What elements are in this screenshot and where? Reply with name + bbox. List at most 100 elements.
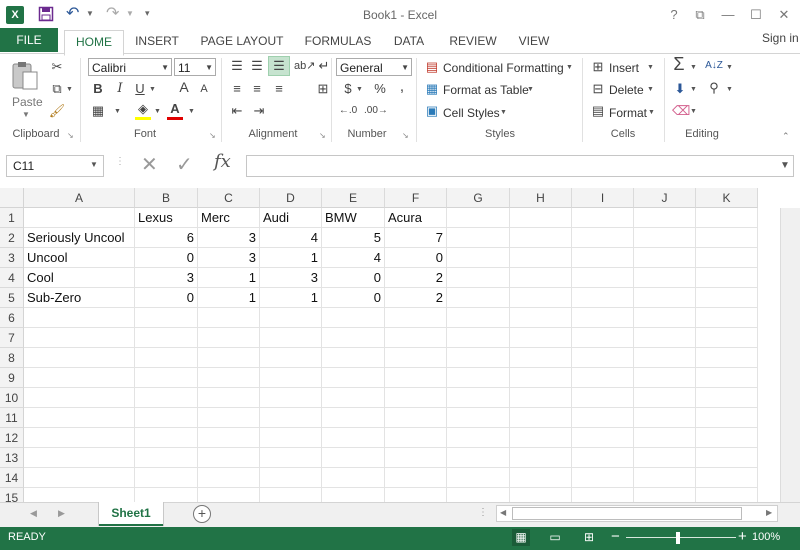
cell[interactable]: [696, 348, 758, 368]
next-sheet-icon[interactable]: ▶: [58, 508, 65, 519]
cell[interactable]: [634, 328, 696, 348]
format-button[interactable]: Format: [609, 105, 647, 121]
cell[interactable]: [24, 428, 135, 448]
cell[interactable]: [24, 328, 135, 348]
undo-icon[interactable]: ↶: [66, 5, 84, 23]
cell[interactable]: [696, 468, 758, 488]
delete-cells-icon[interactable]: ⊟: [590, 81, 606, 97]
cell[interactable]: 3: [135, 268, 198, 288]
cell[interactable]: [634, 348, 696, 368]
cell[interactable]: BMW: [322, 208, 385, 228]
cell[interactable]: [198, 368, 260, 388]
cell[interactable]: [510, 428, 572, 448]
cell[interactable]: [572, 408, 634, 428]
cell[interactable]: 0: [385, 248, 447, 268]
zoom-out-button[interactable]: −: [611, 528, 620, 545]
cell[interactable]: Sub-Zero: [24, 288, 135, 308]
cell[interactable]: [634, 408, 696, 428]
cell[interactable]: [634, 268, 696, 288]
cell[interactable]: 3: [198, 228, 260, 248]
align-center-icon[interactable]: ≡: [248, 81, 266, 97]
column-header[interactable]: I: [572, 188, 634, 208]
cell[interactable]: [447, 408, 510, 428]
row-header[interactable]: 10: [0, 388, 24, 408]
increase-font-icon[interactable]: A: [176, 79, 192, 95]
wrap-text-icon[interactable]: ↵: [316, 58, 332, 74]
format-as-table-button[interactable]: Format as Table: [443, 82, 529, 98]
cell[interactable]: [447, 448, 510, 468]
decrease-font-icon[interactable]: A: [196, 81, 212, 97]
cell[interactable]: [24, 468, 135, 488]
cell[interactable]: [260, 408, 322, 428]
copy-icon[interactable]: ⧉: [48, 81, 66, 97]
sheet-tab[interactable]: Sheet1: [99, 502, 163, 526]
cell[interactable]: [260, 308, 322, 328]
column-header[interactable]: K: [696, 188, 758, 208]
cell[interactable]: [198, 328, 260, 348]
cell[interactable]: [198, 448, 260, 468]
cell[interactable]: 5: [322, 228, 385, 248]
help-button[interactable]: ?: [662, 4, 686, 26]
cell[interactable]: Seriously Uncool: [24, 228, 135, 248]
column-header[interactable]: G: [447, 188, 510, 208]
cell[interactable]: [260, 348, 322, 368]
page-break-preview-icon[interactable]: ⊞: [580, 529, 598, 546]
cell[interactable]: [385, 328, 447, 348]
align-right-icon[interactable]: ≡: [270, 81, 288, 97]
cell[interactable]: [696, 268, 758, 288]
cell[interactable]: [198, 388, 260, 408]
cell[interactable]: [696, 308, 758, 328]
orientation-icon[interactable]: ab↗: [294, 58, 315, 74]
format-as-table-dropdown-icon[interactable]: ▼: [527, 86, 534, 93]
cell[interactable]: [322, 348, 385, 368]
underline-icon[interactable]: U: [132, 81, 148, 97]
find-select-dropdown-icon[interactable]: ▼: [726, 86, 733, 93]
enter-check-icon[interactable]: ✓: [176, 152, 193, 177]
scroll-left-icon[interactable]: ◀: [500, 508, 506, 517]
cell[interactable]: [696, 488, 758, 502]
cell[interactable]: [572, 368, 634, 388]
cell[interactable]: [135, 408, 198, 428]
cell[interactable]: [696, 448, 758, 468]
format-dropdown-icon[interactable]: ▼: [648, 109, 655, 116]
cell[interactable]: [447, 488, 510, 502]
autosum-icon[interactable]: Σ: [670, 55, 688, 73]
clear-dropdown-icon[interactable]: ▼: [690, 108, 697, 115]
autosum-dropdown-icon[interactable]: ▼: [690, 64, 697, 71]
currency-icon[interactable]: $: [340, 81, 356, 97]
cell[interactable]: [510, 268, 572, 288]
add-sheet-icon[interactable]: +: [193, 505, 211, 523]
row-header[interactable]: 12: [0, 428, 24, 448]
sheet-tabs-splitter-icon[interactable]: ⋮: [478, 507, 488, 518]
increase-indent-icon[interactable]: ⇥: [250, 103, 268, 119]
cell[interactable]: [260, 448, 322, 468]
column-header[interactable]: A: [24, 188, 135, 208]
cell[interactable]: [24, 308, 135, 328]
cell[interactable]: [696, 288, 758, 308]
cell[interactable]: 1: [198, 288, 260, 308]
cell[interactable]: [634, 468, 696, 488]
paste-icon[interactable]: [10, 60, 40, 92]
cell[interactable]: [135, 328, 198, 348]
cell[interactable]: [385, 368, 447, 388]
cell[interactable]: Uncool: [24, 248, 135, 268]
cell[interactable]: [572, 308, 634, 328]
cell[interactable]: [198, 488, 260, 502]
cell[interactable]: [447, 348, 510, 368]
column-header[interactable]: J: [634, 188, 696, 208]
cell[interactable]: [135, 368, 198, 388]
cell[interactable]: [572, 468, 634, 488]
cut-icon[interactable]: ✂: [48, 59, 66, 75]
conditional-formatting-dropdown-icon[interactable]: ▼: [566, 64, 573, 71]
cell[interactable]: [135, 428, 198, 448]
row-header[interactable]: 15: [0, 488, 24, 502]
cell[interactable]: [135, 468, 198, 488]
cell[interactable]: [634, 228, 696, 248]
cell[interactable]: 3: [198, 248, 260, 268]
cell[interactable]: [322, 388, 385, 408]
customize-quick-access-icon[interactable]: ▾: [145, 8, 150, 19]
cell[interactable]: [696, 228, 758, 248]
cell[interactable]: [24, 408, 135, 428]
font-color-icon[interactable]: A: [166, 101, 184, 117]
cell[interactable]: 1: [198, 268, 260, 288]
